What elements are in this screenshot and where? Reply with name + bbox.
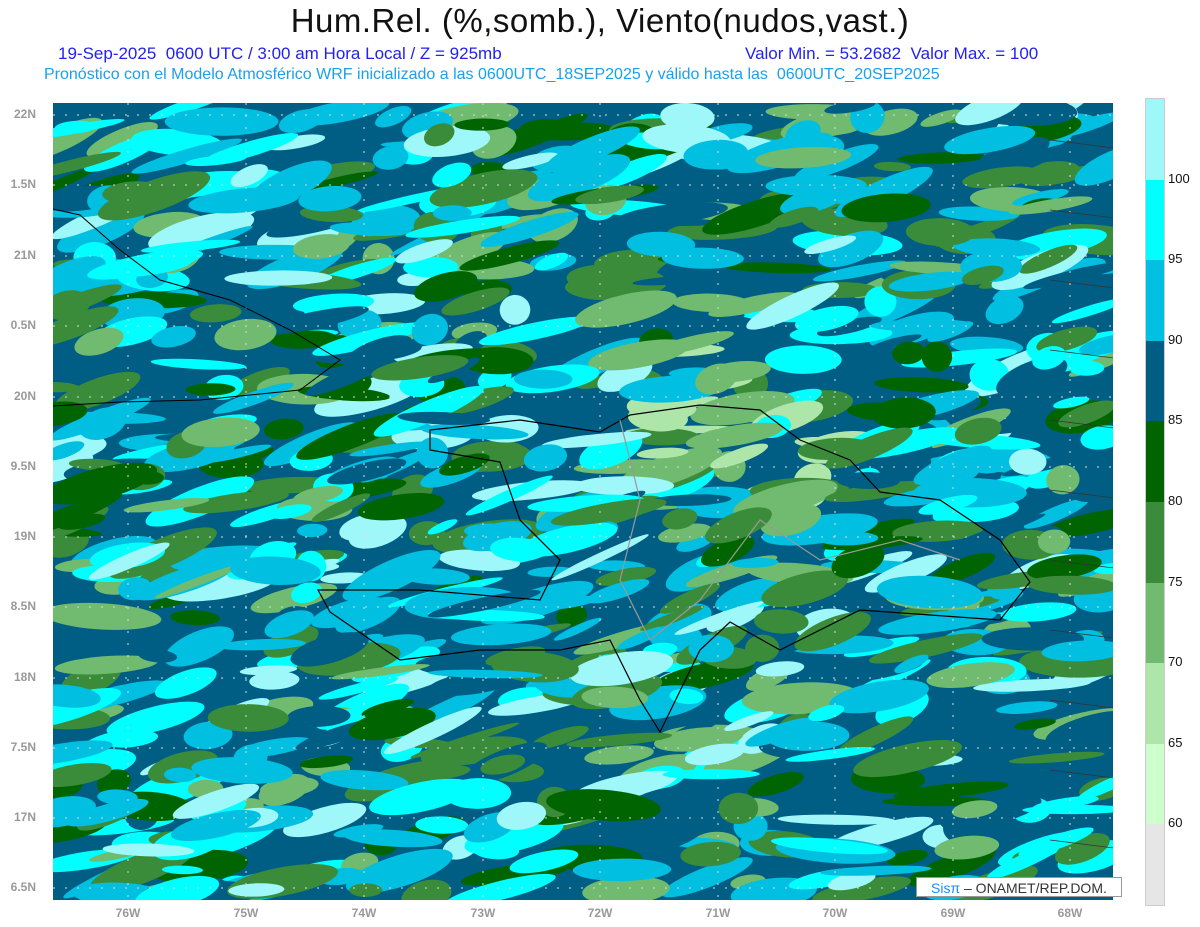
lat-label: 20N [13,389,36,403]
lon-label: 70W [822,906,848,920]
colorbar-label: 60 [1168,815,1183,831]
colorbar-segment [1146,743,1164,825]
colorbar-segment [1146,179,1164,261]
value-range: Valor Min. = 53.2682 Valor Max. = 100 [745,44,1039,63]
lat-label: 18N [13,670,36,684]
colorbar-label: 70 [1168,654,1183,670]
lat-label: 19N [13,529,36,543]
colorbar-segment [1146,421,1164,502]
colorbar-segment [1146,582,1164,664]
colorbar [1145,98,1165,906]
colorbar-segment [1146,340,1164,422]
credit-org: – ONAMET/REP.DOM. [964,880,1107,896]
lat-label: 8.5N [10,599,36,613]
lat-label: 9.5N [10,459,36,473]
lat-label: 0.5N [10,318,36,332]
lon-label: 76W [115,906,141,920]
lon-label: 72W [587,906,613,920]
model-info: Pronóstico con el Modelo Atmosférico WRF… [44,66,940,83]
lon-label: 71W [705,906,731,920]
colorbar-segment [1146,99,1164,180]
lat-label: 17N [13,810,36,824]
colorbar-segment [1146,824,1164,905]
humidity-map [53,103,1113,900]
lat-label: 1.5N [10,177,36,191]
lat-label: 21N [13,248,36,262]
colorbar-label: 65 [1168,734,1183,750]
colorbar-label: 85 [1168,412,1183,428]
colorbar-segment [1146,501,1164,583]
lon-label: 74W [351,906,377,920]
sispi-logo: Sisπ [931,880,961,896]
lon-label: 73W [470,906,496,920]
lon-label: 75W [233,906,259,920]
colorbar-segment [1146,260,1164,341]
valid-time: 19-Sep-2025 0600 UTC / 3:00 am Hora Loca… [58,44,502,63]
lon-label: 68W [1057,906,1083,920]
colorbar-label: 95 [1168,251,1183,267]
lat-label: 6.5N [10,880,36,894]
map-title: Hum.Rel. (%,somb.), Viento(nudos,vast.) [290,2,910,39]
lon-label: 69W [940,906,966,920]
colorbar-label: 75 [1168,573,1183,589]
credit-box: Sisπ – ONAMET/REP.DOM. [916,877,1122,897]
colorbar-label: 80 [1168,493,1183,508]
lat-label: 22N [13,107,36,121]
lat-label: 7.5N [10,740,36,754]
colorbar-segment [1146,663,1164,744]
colorbar-label: 100 [1168,170,1190,186]
colorbar-label: 90 [1168,331,1183,347]
